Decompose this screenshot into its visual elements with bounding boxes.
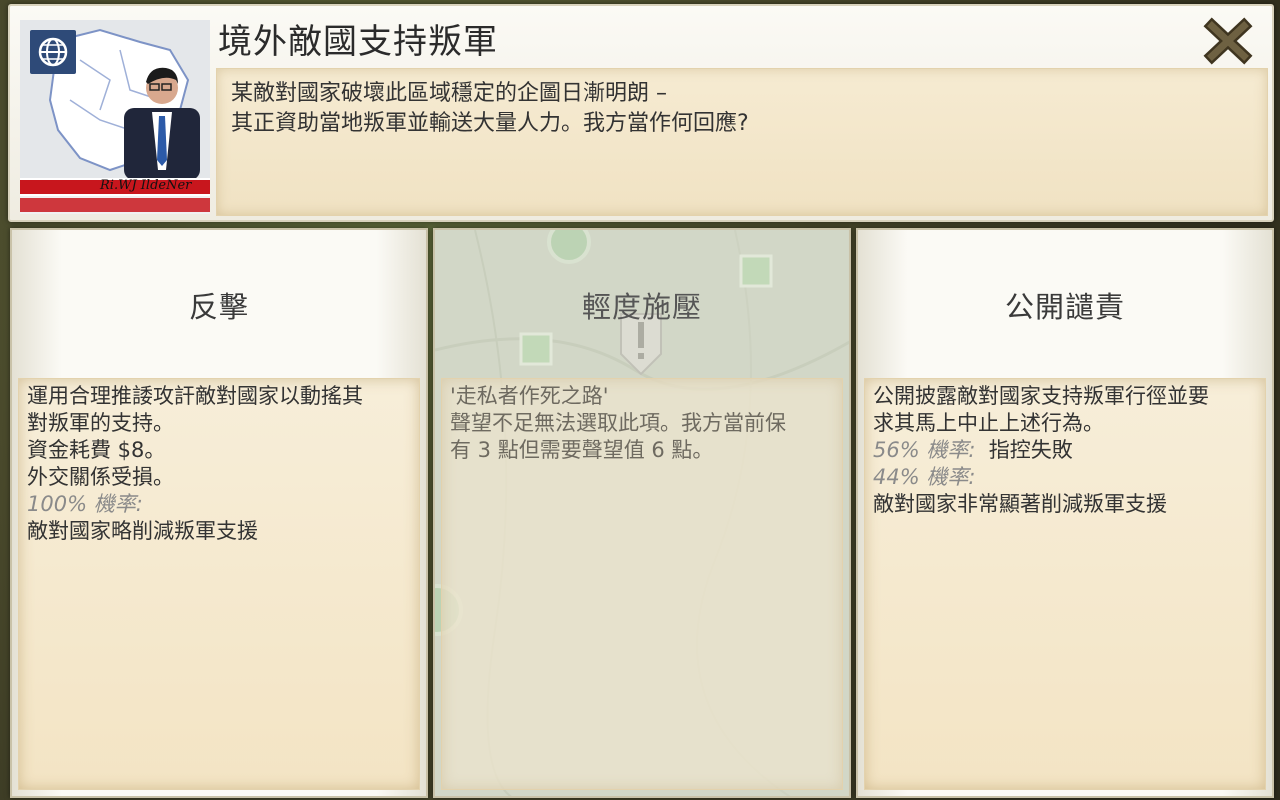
option-side-effect: 外交關係受損。	[27, 465, 174, 489]
description-line: 其正資助當地叛軍並輸送大量人力。我方當作何回應?	[231, 111, 749, 136]
option-text-line: 對叛軍的支持。	[27, 411, 174, 435]
option-cost: 資金耗費 $8。	[27, 438, 166, 462]
option-text-line: 求其馬上中止上述行為。	[873, 411, 1104, 435]
option-description: 公開披露敵對國家支持叛軍行徑並要 求其馬上中止上述行為。 56% 機率: 指控失…	[864, 378, 1266, 790]
option-requirement-text: 有 3 點但需要聲望值 6 點。	[450, 438, 714, 462]
event-title: 境外敵國支持叛軍	[218, 22, 498, 62]
outcome-result: 敵對國家非常顯著削減叛軍支援	[873, 492, 1167, 516]
option-text-line: 運用合理推諉攻訐敵對國家以動搖其	[27, 384, 363, 408]
option-title: 反擊	[188, 290, 249, 324]
description-line: 某敵對國家破壞此區域穩定的企圖日漸明朗 –	[231, 81, 667, 106]
option-flavor-text: '走私者作死之路'	[450, 384, 609, 408]
globe-icon	[30, 30, 76, 74]
news-anchor-portrait: Ri.WJ IldeNer	[20, 20, 210, 214]
event-header-panel: Ri.WJ IldeNer 境外敵國支持叛軍 某敵對國家破壞此區域穩定的企圖日漸…	[8, 4, 1274, 222]
outcome-probability: 44% 機率:	[873, 465, 976, 489]
option-description: 運用合理推諉攻訐敵對國家以動搖其 對叛軍的支持。 資金耗費 $8。 外交關係受損…	[18, 378, 420, 790]
outcome-probability: 100% 機率:	[27, 492, 143, 516]
option-public-condemnation-card[interactable]: 公開譴責 公開披露敵對國家支持叛軍行徑並要 求其馬上中止上述行為。 56% 機率…	[856, 228, 1274, 798]
outcome-result: 指控失敗	[988, 438, 1073, 462]
option-title: 公開譴責	[1004, 290, 1125, 324]
option-requirement-text: 聲望不足無法選取此項。我方當前保	[450, 411, 786, 435]
option-description: '走私者作死之路' 聲望不足無法選取此項。我方當前保 有 3 點但需要聲望值 6…	[441, 378, 843, 790]
outcome-probability: 56% 機率:	[873, 438, 976, 462]
option-title: 輕度施壓	[581, 290, 702, 324]
news-ticker-text: Ri.WJ IldeNer	[100, 178, 192, 193]
option-light-pressure-card: 輕度施壓 '走私者作死之路' 聲望不足無法選取此項。我方當前保 有 3 點但需要…	[433, 228, 851, 798]
close-button[interactable]	[1198, 16, 1258, 66]
event-description: 某敵對國家破壞此區域穩定的企圖日漸明朗 – 其正資助當地叛軍並輸送大量人力。我方…	[216, 68, 1268, 216]
option-counterattack-card[interactable]: 反擊 運用合理推諉攻訐敵對國家以動搖其 對叛軍的支持。 資金耗費 $8。 外交關…	[10, 228, 428, 798]
close-icon	[1203, 17, 1253, 65]
outcome-result: 敵對國家略削減叛軍支援	[27, 519, 258, 543]
option-text-line: 公開披露敵對國家支持叛軍行徑並要	[873, 384, 1209, 408]
